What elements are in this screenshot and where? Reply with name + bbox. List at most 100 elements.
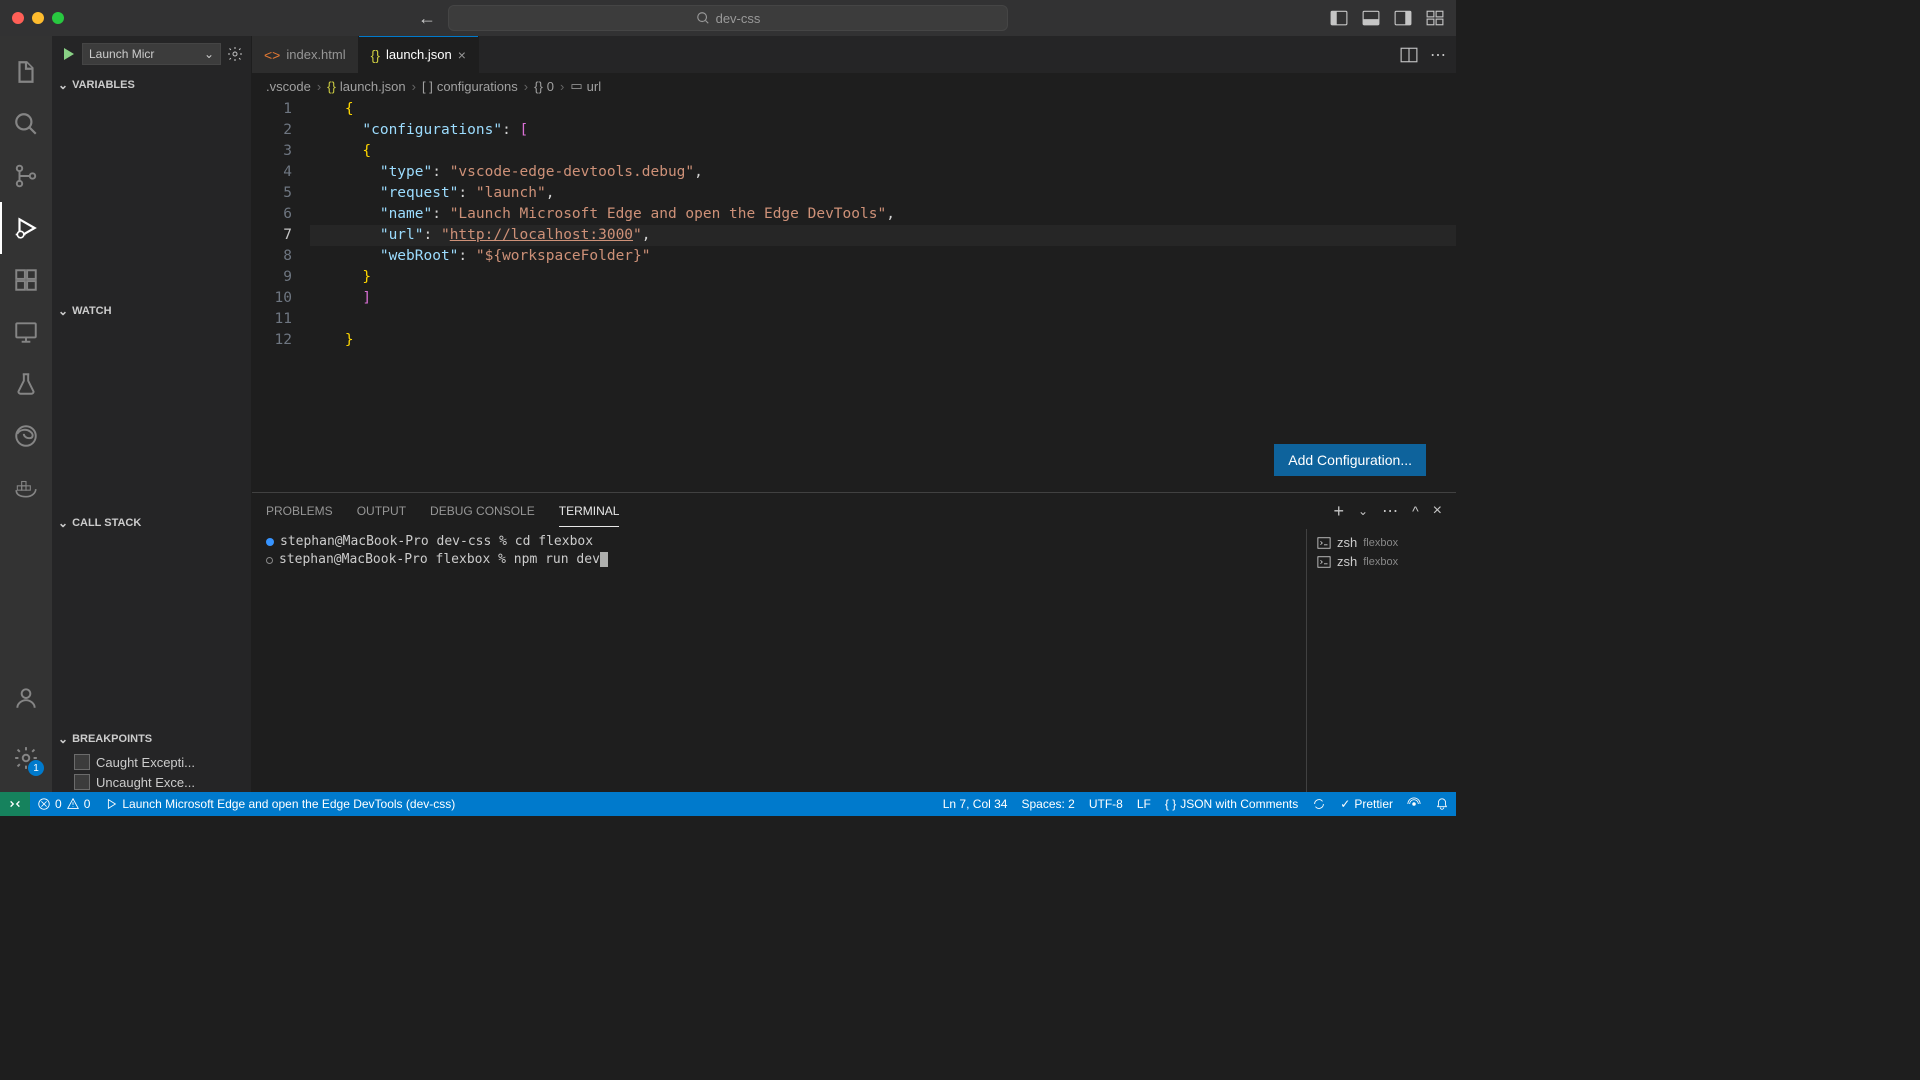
breadcrumb-segment[interactable]: launch.json: [340, 79, 406, 94]
code-content[interactable]: { "configurations": [ { "type": "vscode-…: [310, 99, 1456, 492]
status-eol[interactable]: LF: [1130, 797, 1158, 811]
activity-settings[interactable]: 1: [0, 732, 52, 784]
status-debug-target[interactable]: Launch Microsoft Edge and open the Edge …: [97, 792, 462, 816]
close-tab-button[interactable]: ×: [458, 47, 466, 63]
breakpoint-item[interactable]: Uncaught Exce...: [52, 772, 251, 792]
remote-icon: [8, 797, 22, 811]
add-configuration-button[interactable]: Add Configuration...: [1274, 444, 1426, 476]
panel-tab-problems[interactable]: PROBLEMS: [266, 496, 333, 526]
status-notifications[interactable]: [1428, 797, 1456, 811]
more-actions-icon[interactable]: ⋯: [1430, 45, 1446, 65]
title-bar: ← → dev-css: [0, 0, 1456, 36]
braces-icon: { }: [1165, 797, 1176, 811]
layout-panel-icon[interactable]: [1362, 9, 1380, 27]
status-bar-right: Ln 7, Col 34 Spaces: 2 UTF-8 LF { } JSON…: [936, 797, 1456, 811]
layout-sidebar-left-icon[interactable]: [1330, 9, 1348, 27]
status-encoding[interactable]: UTF-8: [1082, 797, 1130, 811]
language-label: JSON with Comments: [1180, 797, 1298, 811]
status-cursor[interactable]: Ln 7, Col 34: [936, 797, 1015, 811]
open-launch-json-button[interactable]: [227, 46, 243, 62]
chevron-right-icon: ›: [317, 79, 321, 94]
breakpoint-label: Caught Excepti...: [96, 755, 195, 770]
breadcrumb-segment[interactable]: 0: [547, 79, 554, 94]
broadcast-icon: [1407, 797, 1421, 811]
activity-debug[interactable]: [0, 202, 52, 254]
panel-tab-output[interactable]: OUTPUT: [357, 496, 406, 526]
status-prettier[interactable]: ✓ Prettier: [1333, 797, 1400, 811]
maximize-window-button[interactable]: [52, 12, 64, 24]
close-window-button[interactable]: [12, 12, 24, 24]
command-center[interactable]: dev-css: [448, 5, 1008, 31]
activity-account[interactable]: [0, 672, 52, 724]
breadcrumb-segment[interactable]: configurations: [437, 79, 518, 94]
terminal-output[interactable]: stephan@MacBook-Pro dev-css % cd flexbox…: [252, 529, 1306, 792]
terminal-instance[interactable]: zsh flexbox: [1311, 533, 1452, 552]
account-icon: [13, 685, 39, 711]
launch-config-select[interactable]: Launch Micr ⌄: [82, 43, 221, 65]
terminal-instance[interactable]: zsh flexbox: [1311, 552, 1452, 571]
tab-index-html[interactable]: <> index.html: [252, 36, 359, 73]
maximize-panel-icon[interactable]: ^: [1412, 503, 1419, 519]
start-debugging-button[interactable]: [60, 46, 76, 62]
minimize-window-button[interactable]: [32, 12, 44, 24]
breadcrumb[interactable]: .vscode › {} launch.json › [ ] configura…: [252, 73, 1456, 99]
section-breakpoints-header[interactable]: ⌄ BREAKPOINTS: [52, 726, 251, 752]
activity-edge[interactable]: [0, 410, 52, 462]
array-icon: [ ]: [422, 79, 433, 94]
activity-extensions[interactable]: [0, 254, 52, 306]
terminal-dropdown-icon[interactable]: ⌄: [1358, 504, 1368, 518]
more-actions-icon[interactable]: ⋯: [1382, 501, 1398, 521]
editor-area: <> index.html {} launch.json × ⋯ .vscode…: [252, 36, 1456, 792]
docker-icon: [13, 475, 39, 501]
status-spaces[interactable]: Spaces: 2: [1014, 797, 1081, 811]
breakpoint-item[interactable]: Caught Excepti...: [52, 752, 251, 772]
section-callstack-header[interactable]: ⌄ CALL STACK: [52, 510, 251, 536]
tab-launch-json[interactable]: {} launch.json ×: [359, 36, 479, 73]
tab-bar: <> index.html {} launch.json × ⋯: [252, 36, 1456, 73]
close-panel-icon[interactable]: ×: [1433, 502, 1442, 520]
launch-config-label: Launch Micr: [89, 47, 154, 61]
debug-icon: [104, 797, 118, 811]
nav-back-icon[interactable]: ←: [418, 8, 436, 29]
customize-layout-icon[interactable]: [1426, 9, 1444, 27]
section-callstack-label: CALL STACK: [72, 517, 141, 529]
status-errors[interactable]: 0 0: [30, 792, 97, 816]
layout-sidebar-right-icon[interactable]: [1394, 9, 1412, 27]
files-icon: [13, 59, 39, 85]
title-bar-right: [1330, 9, 1444, 27]
status-bar: 0 0 Launch Microsoft Edge and open the E…: [0, 792, 1456, 816]
status-sync[interactable]: [1305, 797, 1333, 811]
debug-sidebar: Launch Micr ⌄ ⌄ VARIABLES ⌄ WATCH ⌄ CALL…: [52, 36, 252, 792]
status-feedback[interactable]: [1400, 797, 1428, 811]
chevron-right-icon: ›: [560, 79, 564, 94]
run-debug-icon: [13, 215, 39, 241]
error-icon: [37, 797, 51, 811]
split-editor-icon[interactable]: [1400, 46, 1418, 64]
search-icon: [13, 111, 39, 137]
breakpoint-checkbox[interactable]: [74, 754, 90, 770]
activity-bar: 1: [0, 36, 52, 792]
breakpoint-checkbox[interactable]: [74, 774, 90, 790]
json-file-icon: {}: [327, 79, 336, 94]
new-terminal-button[interactable]: +: [1334, 501, 1345, 522]
breadcrumb-segment[interactable]: .vscode: [266, 79, 311, 94]
section-watch-header[interactable]: ⌄ WATCH: [52, 298, 251, 324]
code-editor[interactable]: 123456789101112 { "configurations": [ { …: [252, 99, 1456, 492]
chevron-down-icon: ⌄: [204, 47, 214, 61]
panel-tab-debug-console[interactable]: DEBUG CONSOLE: [430, 496, 535, 526]
terminal-body: stephan@MacBook-Pro dev-css % cd flexbox…: [252, 529, 1456, 792]
section-watch-body: [52, 324, 251, 510]
breadcrumb-segment[interactable]: url: [587, 79, 601, 94]
section-variables-header[interactable]: ⌄ VARIABLES: [52, 72, 251, 98]
activity-remote[interactable]: [0, 306, 52, 358]
activity-git[interactable]: [0, 150, 52, 202]
activity-search[interactable]: [0, 98, 52, 150]
activity-testing[interactable]: [0, 358, 52, 410]
activity-docker[interactable]: [0, 462, 52, 514]
panel-actions: + ⌄ ⋯ ^ ×: [1334, 501, 1443, 522]
breakpoint-label: Uncaught Exce...: [96, 775, 195, 790]
panel-tab-terminal[interactable]: TERMINAL: [559, 496, 620, 526]
status-language[interactable]: { } JSON with Comments: [1158, 797, 1305, 811]
activity-explorer[interactable]: [0, 46, 52, 98]
remote-indicator[interactable]: [0, 792, 30, 816]
